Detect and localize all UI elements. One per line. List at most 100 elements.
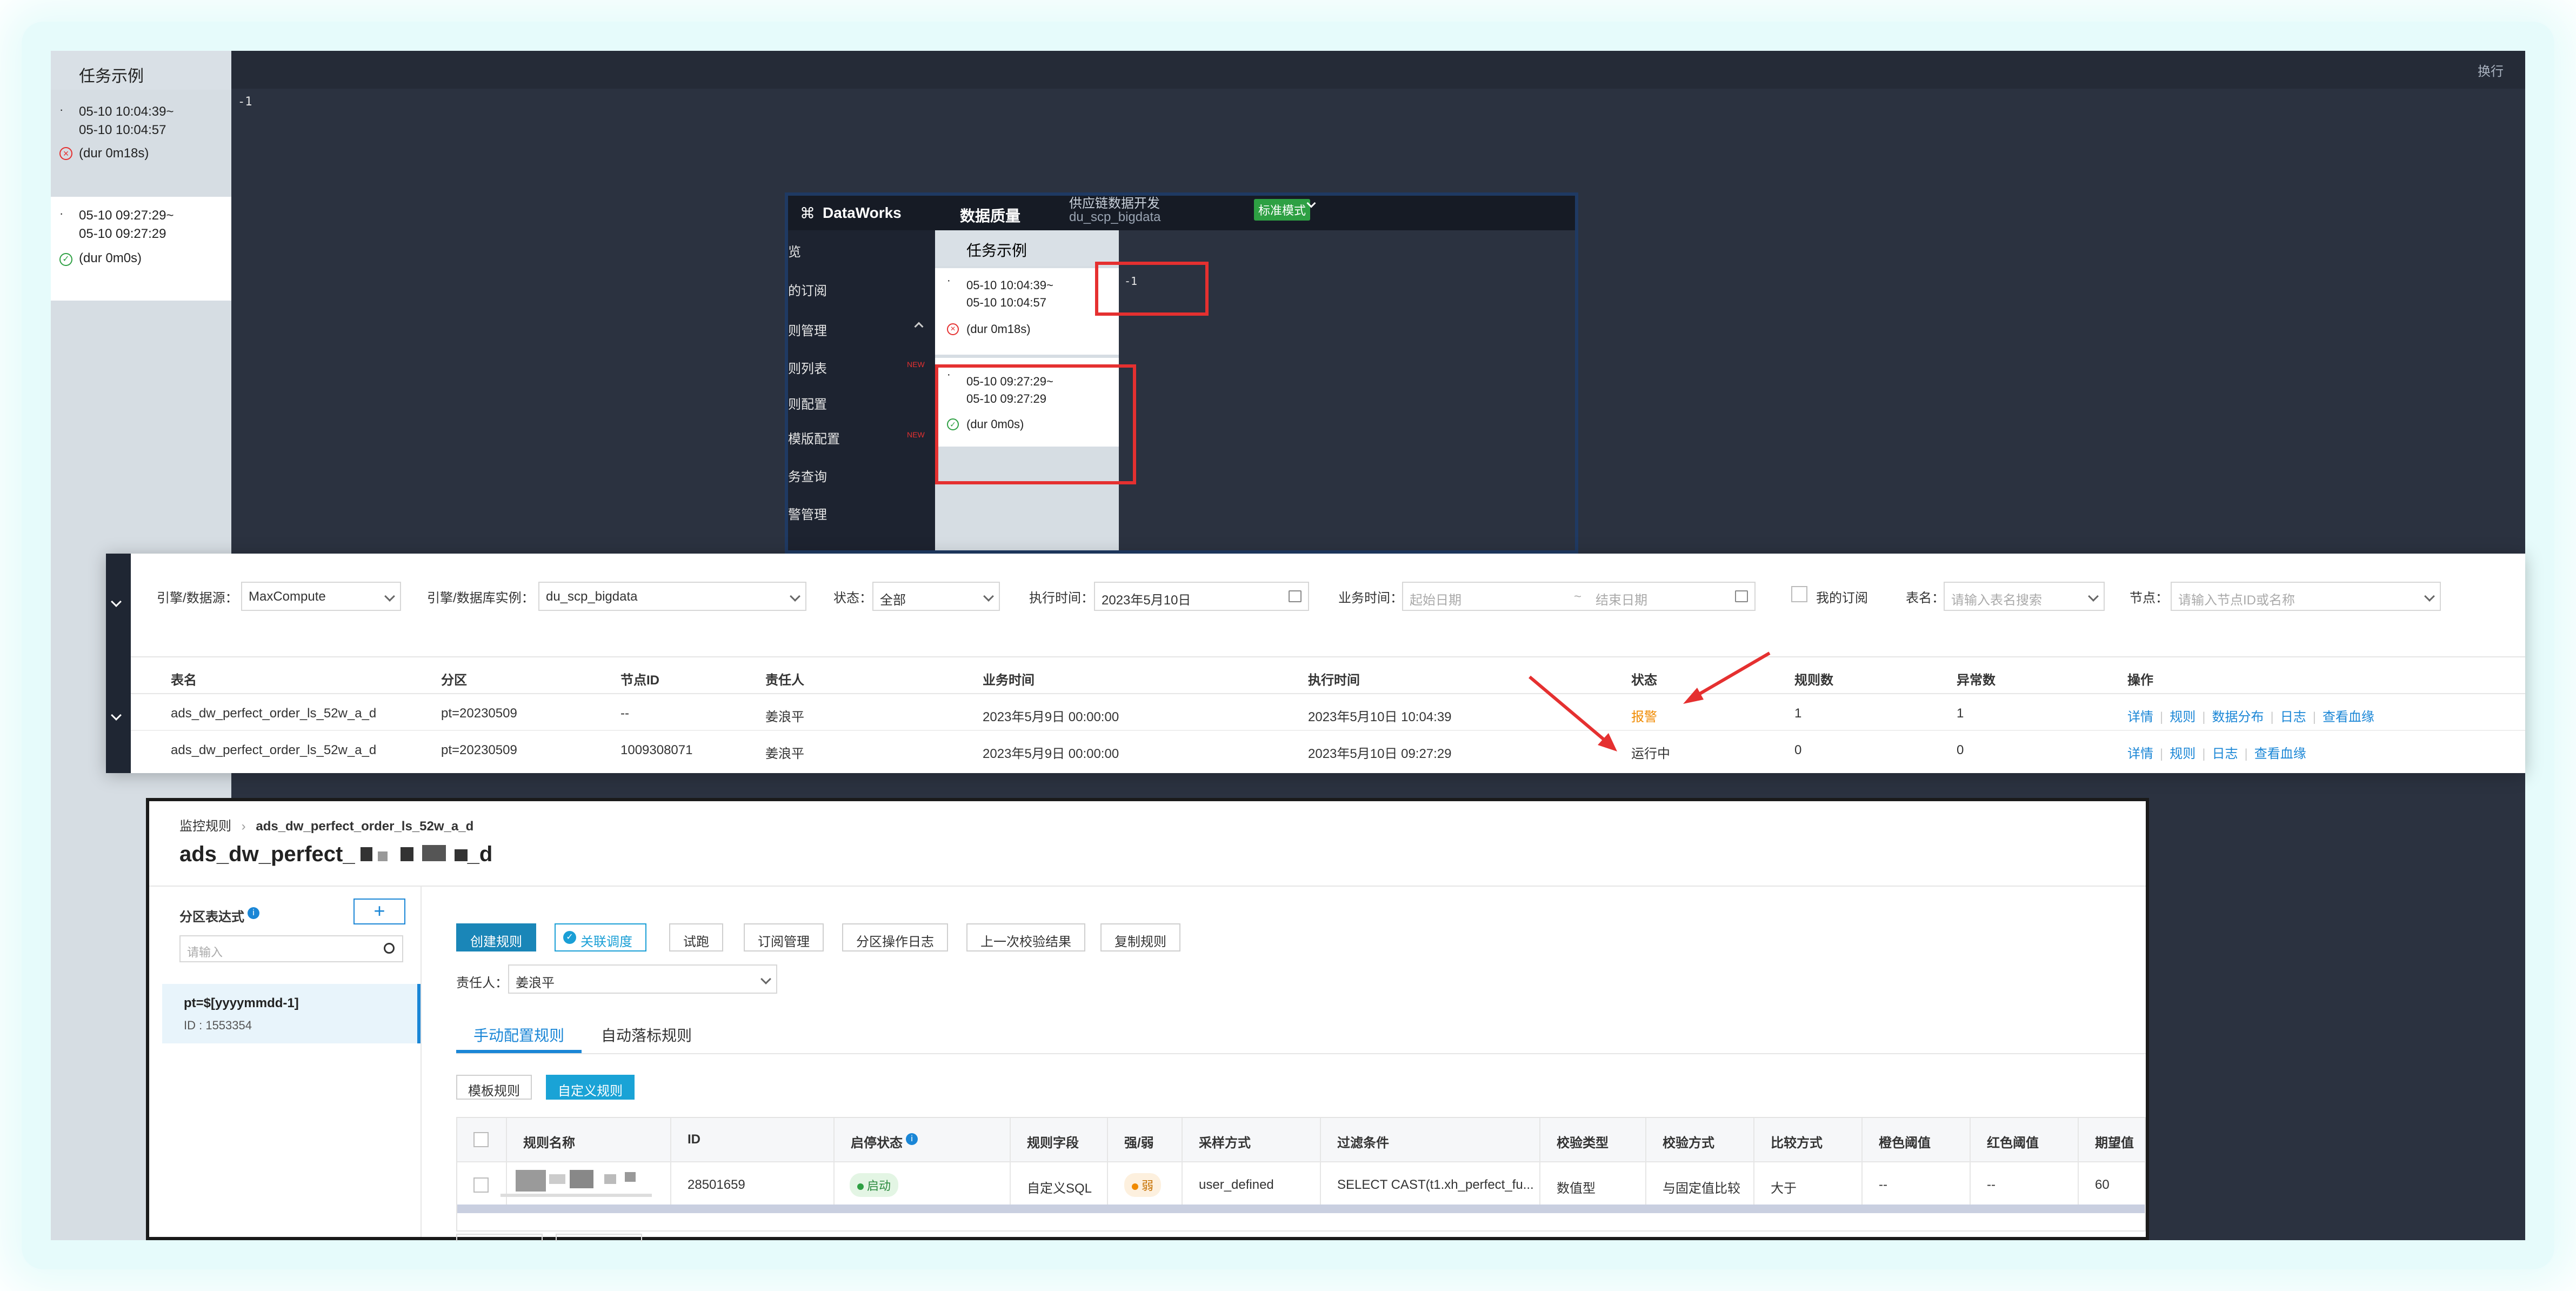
- details-link[interactable]: 详情: [2127, 710, 2153, 724]
- col-header: 操作: [2127, 673, 2153, 688]
- instance-item-selected[interactable]: · 05-10 09:27:29~ 05-10 09:27:29 ✓ (dur …: [51, 197, 231, 301]
- sidebar-item[interactable]: 模版配置: [788, 428, 840, 447]
- tab-auto-rules[interactable]: 自动落标规则: [601, 1024, 692, 1046]
- col-header: 异常数: [1957, 673, 1996, 688]
- instance-item[interactable]: · 05-10 10:04:39~ 05-10 10:04:57 × (dur …: [51, 103, 231, 195]
- col-field: 规则字段: [1027, 1136, 1079, 1150]
- last-result-button[interactable]: 上一次校验结果: [966, 923, 1085, 951]
- row-checkbox[interactable]: [473, 1177, 489, 1193]
- partition-item-selected[interactable]: pt=$[yyyymmdd-1] ID : 1553354: [162, 984, 421, 1043]
- project-name[interactable]: 供应链数据开发: [1069, 192, 1160, 211]
- sidebar-item[interactable]: 则配置: [788, 394, 827, 412]
- cell-biz-time: 2023年5月9日 00:00:00: [983, 747, 1119, 761]
- sidebar-item[interactable]: 则管理: [788, 320, 827, 339]
- col-header: 节点ID: [620, 673, 659, 688]
- instance-time: 05-10 10:04:39~ 05-10 10:04:57: [966, 278, 1053, 309]
- engine-select[interactable]: MaxCompute: [241, 582, 401, 611]
- row-actions: 详情 | 规则 | 日志 | 查看血缘: [2127, 747, 2306, 761]
- log-link[interactable]: 日志: [2280, 710, 2306, 724]
- new-badge: NEW: [907, 360, 925, 369]
- col-header: 分区: [441, 673, 467, 688]
- instance-time: 05-10 09:27:29~ 05-10 09:27:29: [79, 208, 174, 241]
- annotation-arrows: [1529, 651, 1771, 751]
- cell-table: ads_dw_perfect_order_ls_52w_a_d: [171, 743, 377, 757]
- distribution-link[interactable]: 数据分布: [2212, 710, 2264, 724]
- lineage-link[interactable]: 查看血缘: [2323, 710, 2374, 724]
- subscription-button[interactable]: 订阅管理: [744, 923, 824, 951]
- instance-select[interactable]: du_scp_bigdata: [538, 582, 806, 611]
- create-rule-button[interactable]: 创建规则: [456, 923, 536, 951]
- add-partition-button[interactable]: +: [353, 899, 405, 924]
- status-select[interactable]: 全部: [872, 582, 1000, 611]
- exec-time-picker[interactable]: 2023年5月10日: [1094, 582, 1309, 611]
- partition-expr: pt=$[yyyymmdd-1]: [184, 996, 299, 1010]
- search-icon[interactable]: [384, 943, 395, 954]
- sample-method: user_defined: [1199, 1177, 1274, 1192]
- cell-exec-time: 2023年5月10日 09:27:29: [1308, 747, 1452, 761]
- instance-panel-title: 任务示例: [51, 51, 231, 90]
- sidebar-item[interactable]: 的订阅: [788, 280, 827, 299]
- col-compare: 比较方式: [1771, 1136, 1823, 1150]
- log-link[interactable]: 日志: [2212, 747, 2238, 761]
- table-search[interactable]: 请输入表名搜索: [1944, 582, 2105, 611]
- node-search[interactable]: 请输入节点ID或名称: [2171, 582, 2441, 611]
- template-rules-toggle[interactable]: 模板规则: [456, 1075, 532, 1100]
- chevron-down-icon[interactable]: [111, 710, 122, 721]
- sidebar-item[interactable]: 览: [788, 241, 801, 260]
- col-id: ID: [688, 1132, 700, 1147]
- sidebar-item[interactable]: 务查询: [788, 466, 827, 485]
- owner-label: 责任人：: [456, 976, 508, 990]
- trial-run-button[interactable]: 试跑: [669, 923, 723, 951]
- cell-rules: 0: [1794, 743, 1802, 757]
- popup-instance-item[interactable]: · 05-10 10:04:39~ 05-10 10:04:57 × (dur …: [935, 268, 1119, 355]
- my-sub-label: 我的订阅: [1816, 591, 1868, 605]
- details-link[interactable]: 详情: [2127, 747, 2153, 761]
- table-label: 表名：: [1906, 591, 1945, 605]
- module-name[interactable]: 数据质量: [960, 204, 1020, 226]
- link-schedule-button[interactable]: ✓ 关联调度: [555, 923, 646, 951]
- redacted-rule-name: [516, 1170, 546, 1192]
- partition-id: ID : 1553354: [184, 1019, 252, 1032]
- biz-time-range[interactable]: 起始日期 ~ 结束日期: [1402, 582, 1756, 611]
- custom-rules-toggle[interactable]: 自定义规则: [546, 1075, 635, 1100]
- horizontal-scrollbar[interactable]: [457, 1205, 2145, 1213]
- my-sub-checkbox[interactable]: [1791, 586, 1807, 602]
- wrap-toggle[interactable]: 换行: [2478, 61, 2504, 79]
- breadcrumb-root[interactable]: 监控规则: [179, 819, 231, 834]
- rules-grid: 规则名称 ID 启停状态 i 规则字段 强/弱 采样方式 过滤条件 校验类型 校…: [456, 1117, 2146, 1232]
- instance-duration: (dur 0m18s): [966, 322, 1031, 336]
- col-expect: 期望值: [2095, 1136, 2134, 1150]
- breadcrumb: 监控规则 › ads_dw_perfect_order_ls_52w_a_d: [179, 819, 474, 834]
- chevron-down-icon[interactable]: [111, 596, 122, 607]
- status-label: 状态：: [833, 591, 872, 605]
- copy-rule-button[interactable]: 复制规则: [1100, 923, 1180, 951]
- rules-link[interactable]: 规则: [2170, 747, 2195, 761]
- col-filter: 过滤条件: [1337, 1136, 1389, 1150]
- tab-manual-rules[interactable]: 手动配置规则: [473, 1024, 564, 1046]
- expected-value: 60: [2095, 1177, 2110, 1192]
- dataworks-topbar: ⌘ DataWorks 数据质量 供应链数据开发 du_scp_bigdata …: [788, 196, 1575, 230]
- check-method: 与固定值比较: [1663, 1181, 1740, 1196]
- lineage-link[interactable]: 查看血缘: [2254, 747, 2306, 761]
- rules-link[interactable]: 规则: [2170, 710, 2195, 724]
- top-bar: 换行: [51, 51, 2525, 89]
- sidebar-item[interactable]: 则列表: [788, 358, 827, 377]
- dataworks-popup: ⌘ DataWorks 数据质量 供应链数据开发 du_scp_bigdata …: [785, 192, 1578, 554]
- chevron-up-icon[interactable]: [914, 322, 924, 331]
- partition-search-input[interactable]: 请输入: [179, 935, 403, 962]
- quality-query-panel: 引擎/数据源： MaxCompute 引擎/数据库实例： du_scp_bigd…: [106, 554, 2525, 773]
- col-state: 启停状态: [851, 1136, 903, 1150]
- partition-log-button[interactable]: 分区操作日志: [842, 923, 948, 951]
- cell-partition: pt=20230509: [441, 743, 517, 757]
- error-icon: ×: [59, 147, 72, 160]
- sidebar-item[interactable]: 警管理: [788, 504, 827, 523]
- info-icon: i: [906, 1133, 918, 1145]
- rule-field: 自定义SQL: [1027, 1181, 1092, 1196]
- owner-select[interactable]: 姜浪平: [508, 964, 777, 994]
- select-all-checkbox[interactable]: [473, 1132, 489, 1147]
- col-header: 业务时间: [983, 673, 1035, 688]
- side-strip: [106, 554, 131, 773]
- mode-badge[interactable]: 标准模式: [1254, 199, 1311, 221]
- partition-sidebar: 分区表达式 i + 请输入 pt=$[yyyymmdd-1] ID : 1553…: [162, 887, 422, 1237]
- cell-errors: 0: [1957, 743, 1964, 757]
